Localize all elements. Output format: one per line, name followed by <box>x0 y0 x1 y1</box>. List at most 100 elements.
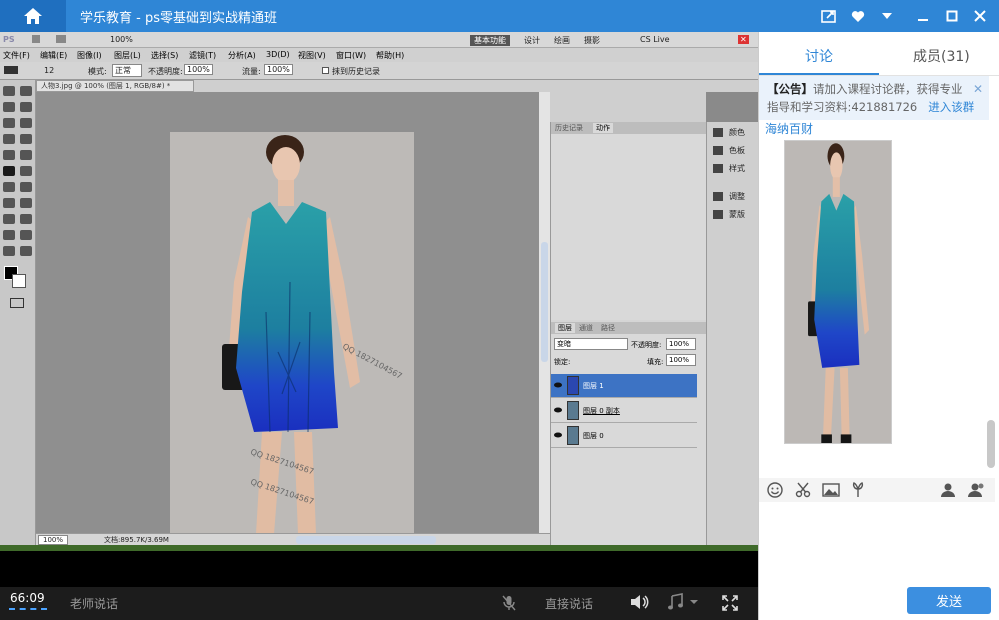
minimize-button[interactable] <box>913 6 933 26</box>
menu-layer[interactable]: 图层(L) <box>114 50 141 61</box>
hand-tool-icon[interactable] <box>3 246 15 256</box>
dock-swatches[interactable]: 色板 <box>713 144 757 158</box>
teacher-talk-button[interactable]: 老师说话 <box>70 595 118 612</box>
ps-vertical-scrollbar[interactable] <box>539 92 550 533</box>
heal-tool-icon[interactable] <box>3 134 15 144</box>
3d-tool-icon[interactable] <box>3 230 15 240</box>
blur-tool-icon[interactable] <box>3 182 15 192</box>
tab-members[interactable]: 成员(31) <box>913 46 970 66</box>
eye-icon[interactable] <box>554 406 562 414</box>
eraser-tool-icon-active[interactable] <box>3 166 15 176</box>
menu-file[interactable]: 文件(F) <box>3 50 30 61</box>
menu-window[interactable]: 窗口(W) <box>336 50 366 61</box>
type-tool-icon[interactable] <box>20 198 32 208</box>
lasso-tool-icon[interactable] <box>3 102 15 112</box>
scissors-icon[interactable] <box>795 482 811 498</box>
mic-muted-icon[interactable] <box>502 595 516 611</box>
menu-dropdown-button[interactable] <box>877 6 897 26</box>
send-button[interactable]: 发送 <box>907 587 991 614</box>
dock-styles[interactable]: 样式 <box>713 162 757 176</box>
brush-tool-icon[interactable] <box>20 134 32 144</box>
fill-input[interactable]: 100% <box>666 354 696 366</box>
layer-row[interactable]: 图层 0 副本 <box>551 399 697 423</box>
zoom-tool-icon[interactable] <box>20 246 32 256</box>
direct-talk-button[interactable]: 直接说话 <box>545 595 593 612</box>
move-tool-icon[interactable] <box>20 86 32 96</box>
dock-styles-label: 样式 <box>729 164 745 173</box>
layer-opacity-input[interactable]: 100% <box>666 338 696 350</box>
tab-history[interactable]: 历史记录 <box>555 123 583 133</box>
mode-select[interactable]: 正常 <box>112 64 142 77</box>
home-button[interactable] <box>0 0 66 32</box>
opacity-input[interactable]: 100% <box>184 64 213 75</box>
layer-row[interactable]: 图层 0 <box>551 424 697 448</box>
volume-icon[interactable] <box>630 594 650 610</box>
eye-icon[interactable] <box>554 431 562 439</box>
dock-color[interactable]: 颜色 <box>713 126 757 140</box>
path-select-tool-icon[interactable] <box>3 214 15 224</box>
ps-document-tab[interactable]: 人物3.jpg @ 100% (图层 1, RGB/8#) * <box>36 80 194 92</box>
eye-icon[interactable] <box>554 381 562 389</box>
chat-image-message[interactable] <box>784 140 892 444</box>
menu-filter[interactable]: 滤镜(T) <box>189 50 216 61</box>
menu-view[interactable]: 视图(V) <box>298 50 326 61</box>
tab-discussion[interactable]: 讨论 <box>805 46 833 66</box>
workspace-paint[interactable]: 绘画 <box>554 35 570 46</box>
pen-tool-icon[interactable] <box>3 198 15 208</box>
blend-mode-select[interactable]: 变暗 <box>554 338 628 350</box>
menu-select[interactable]: 选择(S) <box>151 50 178 61</box>
wand-tool-icon[interactable] <box>20 102 32 112</box>
maximize-button[interactable] <box>942 6 962 26</box>
dock-adjustments[interactable]: 调整 <box>713 190 757 204</box>
marquee-tool-icon[interactable] <box>3 86 15 96</box>
ps-hscroll-thumb[interactable] <box>296 536 436 544</box>
tab-paths[interactable]: 路径 <box>601 323 615 333</box>
user-icon[interactable] <box>940 482 956 498</box>
tab-channels[interactable]: 通道 <box>579 323 593 333</box>
3d-camera-tool-icon[interactable] <box>20 230 32 240</box>
menu-image[interactable]: 图像(I) <box>77 50 102 61</box>
dock-masks[interactable]: 蒙版 <box>713 208 757 222</box>
menu-help[interactable]: 帮助(H) <box>376 50 404 61</box>
announcement-close-icon[interactable]: ✕ <box>973 82 983 96</box>
shape-tool-icon[interactable] <box>20 214 32 224</box>
stamp-tool-icon[interactable] <box>3 150 15 160</box>
ps-close-icon[interactable]: ✕ <box>738 35 749 44</box>
ps-logo: PS <box>3 35 15 44</box>
ps-status-zoom[interactable]: 100% <box>38 535 69 545</box>
tab-layers[interactable]: 图层 <box>555 323 575 333</box>
menu-3d[interactable]: 3D(D) <box>266 50 290 59</box>
user-group-icon[interactable] <box>967 482 987 498</box>
flow-input[interactable]: 100% <box>264 64 293 75</box>
share-button[interactable] <box>819 6 839 26</box>
menu-analysis[interactable]: 分析(A) <box>228 50 256 61</box>
chat-scrollbar[interactable] <box>987 420 995 468</box>
flower-icon[interactable] <box>851 482 865 498</box>
close-button[interactable] <box>970 6 990 26</box>
crop-tool-icon[interactable] <box>3 118 15 128</box>
fullscreen-icon[interactable] <box>722 595 738 611</box>
history-brush-tool-icon[interactable] <box>20 150 32 160</box>
menu-edit[interactable]: 编辑(E) <box>40 50 67 61</box>
brush-size[interactable]: 12 <box>44 66 54 75</box>
music-icon[interactable] <box>668 593 700 611</box>
history-panel: 历史记录 动作 <box>551 122 707 320</box>
emoji-icon[interactable] <box>767 482 783 498</box>
image-icon[interactable] <box>822 482 840 498</box>
gradient-tool-icon[interactable] <box>20 166 32 176</box>
join-group-link[interactable]: 进入该群 <box>928 100 974 114</box>
background-color[interactable] <box>12 274 26 288</box>
dodge-tool-icon[interactable] <box>20 182 32 192</box>
layer-row[interactable]: 图层 1 <box>551 374 697 398</box>
tab-actions[interactable]: 动作 <box>593 123 613 133</box>
eyedropper-tool-icon[interactable] <box>20 118 32 128</box>
favorite-button[interactable] <box>848 6 868 26</box>
workspace-basic[interactable]: 基本功能 <box>470 35 510 46</box>
ps-vscroll-thumb[interactable] <box>541 242 548 362</box>
cs-live[interactable]: CS Live <box>640 35 670 44</box>
quick-mask-icon[interactable] <box>10 298 24 308</box>
erase-history-checkbox[interactable] <box>322 67 329 74</box>
workspace-design[interactable]: 设计 <box>524 35 540 46</box>
workspace-photo[interactable]: 摄影 <box>584 35 600 46</box>
message-sender[interactable]: 海纳百财 <box>765 120 813 137</box>
